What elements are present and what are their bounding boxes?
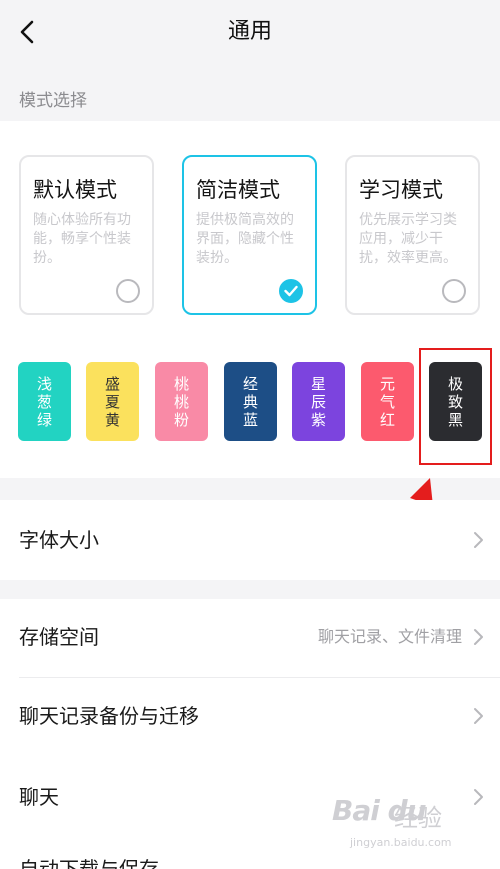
row-label: 聊天 [19,785,59,809]
theme-label: 元气红 [379,374,395,429]
theme-swatch-summer-yellow[interactable]: 盛夏黄 [86,362,139,441]
theme-label: 浅葱绿 [36,374,52,429]
annotation-highlight-box [419,348,492,465]
mode-card-study[interactable]: 学习模式 优先展示学习类应用，减少干扰，效率更高。 [345,155,480,315]
baidu-jingyan-watermark: Bai du 经验 jingyan.baidu.com [332,794,482,854]
mode-card-default[interactable]: 默认模式 随心体验所有功能，畅享个性装扮。 [19,155,154,315]
theme-label: 桃桃粉 [173,374,189,429]
row-label: 存储空间 [19,625,99,649]
watermark-url: jingyan.baidu.com [350,836,452,849]
chevron-right-icon [474,629,483,645]
mode-description: 随心体验所有功能，畅享个性装扮。 [33,212,131,266]
font-size-row[interactable]: 字体大小 [0,500,500,580]
theme-label: 星辰紫 [310,374,326,429]
mode-card-simple[interactable]: 简洁模式 提供极简高效的界面，隐藏个性装扮。 [182,155,317,315]
chat-backup-row[interactable]: 聊天记录备份与迁移 [0,678,500,758]
theme-swatch-qiancong-green[interactable]: 浅葱绿 [18,362,71,441]
page-title: 通用 [227,19,272,44]
row-label: 聊天记录备份与迁移 [19,704,199,728]
theme-swatch-vital-red[interactable]: 元气红 [361,362,414,441]
mode-radio[interactable] [442,279,466,303]
mode-radio[interactable] [116,279,140,303]
watermark-text: 经验 [394,804,442,832]
mode-title: 学习模式 [359,178,443,202]
header-bar: 通用 [0,0,500,64]
mode-title: 简洁模式 [196,178,280,202]
theme-swatch-classic-blue[interactable]: 经典蓝 [224,362,277,441]
chevron-right-icon [474,708,483,724]
storage-row[interactable]: 存储空间 聊天记录、文件清理 [0,599,500,677]
mode-description: 提供极简高效的界面，隐藏个性装扮。 [196,212,294,266]
row-label: 自动下载与保存 [19,857,159,869]
row-label: 字体大小 [19,528,99,552]
theme-swatch-peach-pink[interactable]: 桃桃粉 [155,362,208,441]
theme-label: 经典蓝 [242,374,258,429]
checkmark-icon[interactable] [279,279,303,303]
theme-label: 盛夏黄 [104,374,120,429]
row-value: 聊天记录、文件清理 [317,627,462,646]
mode-title: 默认模式 [33,178,117,202]
mode-description: 优先展示学习类应用，减少干扰，效率更高。 [359,212,457,266]
theme-swatch-star-purple[interactable]: 星辰紫 [292,362,345,441]
mode-section-label: 模式选择 [19,91,87,111]
chevron-right-icon [474,532,483,548]
